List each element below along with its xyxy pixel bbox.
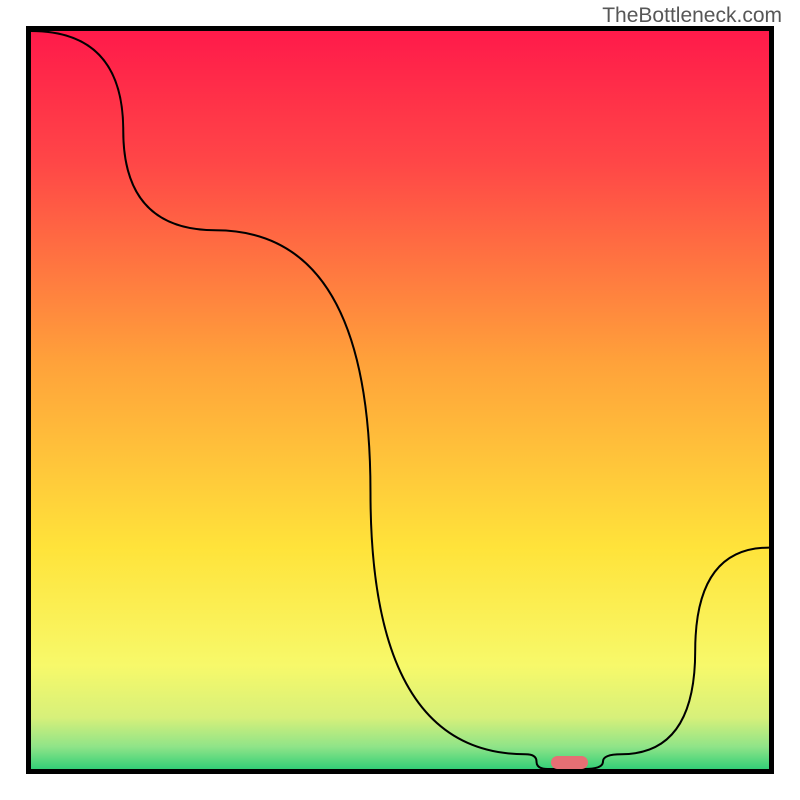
optimal-marker	[551, 756, 588, 769]
bottleneck-chart: TheBottleneck.com	[0, 0, 800, 800]
plot-area	[26, 26, 774, 774]
watermark-text: TheBottleneck.com	[602, 4, 782, 28]
bottleneck-curve	[31, 31, 769, 769]
